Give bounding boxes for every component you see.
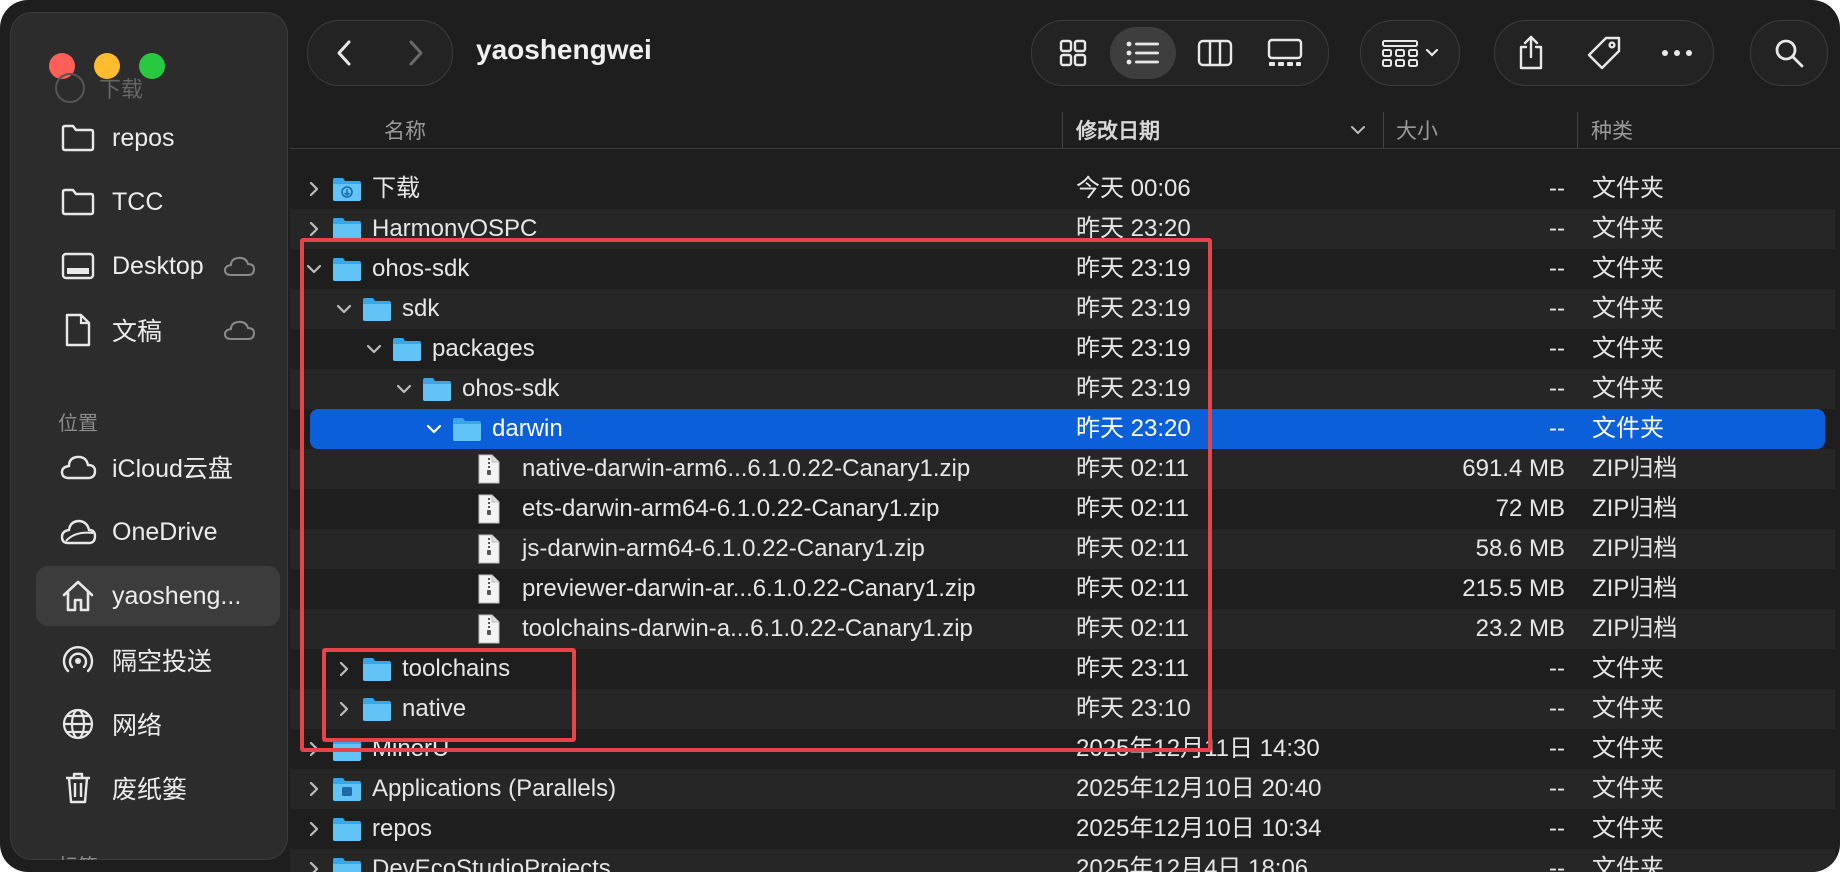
folder-icon xyxy=(332,856,362,872)
annotation-highlight-toolchains-native xyxy=(322,648,576,742)
item-size: -- xyxy=(1549,295,1565,322)
item-kind: 文件夹 xyxy=(1592,815,1664,842)
item-name: DevEcoStudioProjects xyxy=(372,855,611,872)
item-kind: ZIP归档 xyxy=(1592,495,1678,522)
item-name: 下载 xyxy=(372,175,420,202)
item-size: -- xyxy=(1549,815,1565,842)
item-size: -- xyxy=(1549,695,1565,722)
item-kind: 文件夹 xyxy=(1592,375,1664,402)
disclosure-collapsed-icon[interactable] xyxy=(304,769,324,809)
folder-icon xyxy=(332,816,362,842)
item-kind: 文件夹 xyxy=(1592,175,1664,202)
item-size: -- xyxy=(1549,655,1565,682)
item-name: repos xyxy=(372,815,433,842)
item-size: -- xyxy=(1549,335,1565,362)
item-kind: 文件夹 xyxy=(1592,415,1664,442)
item-kind: 文件夹 xyxy=(1592,655,1664,682)
item-size: 691.4 MB xyxy=(1462,455,1565,482)
folder-row[interactable]: DevEcoStudioProjects 2025年12月4日 18:06 -- 文件… xyxy=(290,849,1840,872)
finder-window: 下载 repos TCC Desktop 文稿 位置 iCloud云盘 OneDrive… xyxy=(0,0,1840,872)
item-size: -- xyxy=(1549,855,1565,872)
item-kind: 文件夹 xyxy=(1592,695,1664,722)
disclosure-collapsed-icon[interactable] xyxy=(304,169,324,209)
item-modified-date: 2025年12月10日 10:34 xyxy=(1076,815,1322,842)
item-size: -- xyxy=(1549,775,1565,802)
item-size: -- xyxy=(1549,215,1565,242)
item-size: -- xyxy=(1549,415,1565,442)
item-size: -- xyxy=(1549,735,1565,762)
item-size: 58.6 MB xyxy=(1475,535,1565,562)
folder-row[interactable]: 下载 今天 00:06 -- 文件夹 xyxy=(290,169,1840,209)
item-kind: 文件夹 xyxy=(1592,735,1664,762)
downloads-folder-icon xyxy=(332,176,362,202)
item-kind: 文件夹 xyxy=(1592,255,1664,282)
disclosure-collapsed-icon[interactable] xyxy=(304,809,324,849)
item-size: 72 MB xyxy=(1495,495,1565,522)
item-modified-date: 2025年12月10日 20:40 xyxy=(1076,775,1322,802)
item-kind: ZIP归档 xyxy=(1592,455,1678,482)
item-kind: 文件夹 xyxy=(1592,215,1664,242)
disclosure-collapsed-icon[interactable] xyxy=(304,849,324,872)
item-name: Applications (Parallels) xyxy=(372,775,617,802)
item-size: 215.5 MB xyxy=(1462,575,1565,602)
item-kind: 文件夹 xyxy=(1592,335,1664,362)
item-kind: ZIP归档 xyxy=(1592,615,1678,642)
item-kind: 文件夹 xyxy=(1592,855,1664,872)
item-size: 23.2 MB xyxy=(1475,615,1565,642)
folder-row[interactable]: repos 2025年12月10日 10:34 -- 文件夹 xyxy=(290,809,1840,849)
item-kind: ZIP归档 xyxy=(1592,535,1678,562)
item-size: -- xyxy=(1549,175,1565,202)
item-kind: ZIP归档 xyxy=(1592,575,1678,602)
item-modified-date: 2025年12月4日 18:06 xyxy=(1076,855,1309,872)
item-kind: 文件夹 xyxy=(1592,295,1664,322)
item-kind: 文件夹 xyxy=(1592,775,1664,802)
item-size: -- xyxy=(1549,255,1565,282)
item-size: -- xyxy=(1549,375,1565,402)
folder-row[interactable]: Applications (Parallels) 2025年12月10日 20:4… xyxy=(290,769,1840,809)
applications-folder-icon xyxy=(332,776,362,802)
item-modified-date: 今天 00:06 xyxy=(1076,175,1191,202)
